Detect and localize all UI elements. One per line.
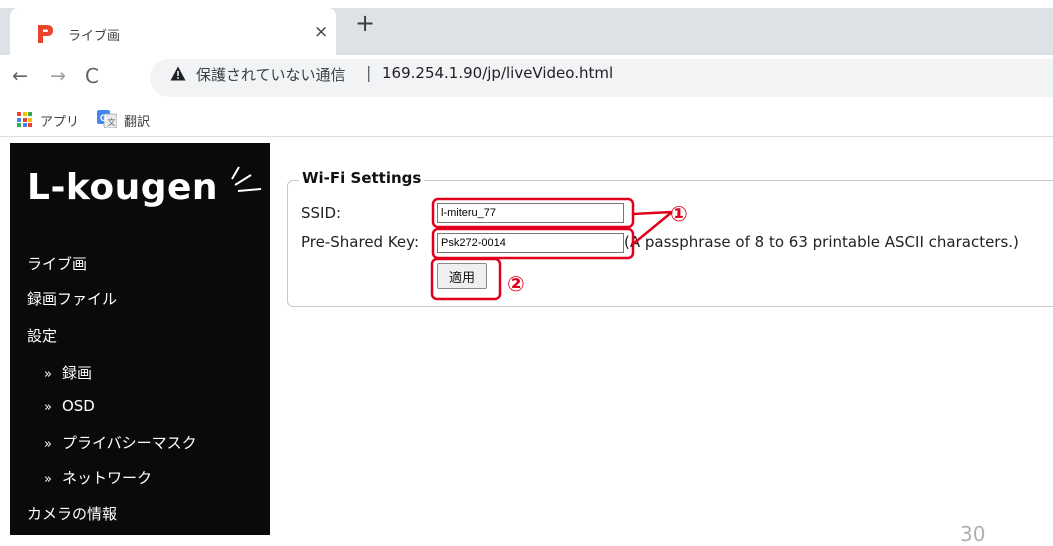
bullet-marker: » [44,437,52,452]
ssid-input[interactable] [437,203,624,223]
url-separator: | [366,63,372,82]
logo-rays-icon [231,166,262,192]
browser-tab-strip: ライブ画 × + [0,0,1053,55]
new-tab-icon[interactable]: + [355,11,375,35]
url-text[interactable]: 169.254.1.90/jp/liveVideo.html [382,64,613,82]
bookmark-translate[interactable]: 翻訳 [124,111,150,130]
sidebar-item-osd[interactable]: » OSD [44,397,95,415]
security-status-label[interactable]: 保護されていない通信 [196,64,346,85]
bullet-marker: » [44,367,52,382]
tab-title: ライブ画 [68,29,121,44]
apps-grid-icon[interactable] [17,112,32,127]
svg-text:G: G [100,113,107,123]
sidebar-item-label: 録画 [61,364,92,382]
back-arrow-icon[interactable]: ← [12,65,28,87]
apply-button[interactable]: 適用 [437,263,487,289]
wifi-settings-legend: Wi-Fi Settings [299,169,425,187]
reload-icon[interactable]: C [85,65,99,87]
sidebar-item-label: ネットワーク [61,469,152,487]
sidebar-item-record[interactable]: » 録画 [44,362,92,383]
brand-logo: L-kougen [27,167,219,208]
sidebar-item-label: プライバシーマスク [61,434,197,452]
bookmarks-bar: アプリ G 文 翻訳 [0,101,1053,137]
sidebar-nav: L-kougen ライブ画 録画ファイル 設定 » 録画 » OSD » プライバシー… [10,143,270,535]
sidebar-item-settings[interactable]: 設定 [27,325,57,346]
page-number: 30 [960,522,986,546]
sidebar-item-recordings[interactable]: 録画ファイル [27,288,117,309]
psk-hint: (A passphrase of 8 to 63 printable ASCII… [624,233,1019,251]
google-translate-icon[interactable]: G 文 [97,110,117,128]
site-favicon-icon [38,25,53,43]
tab-close-icon[interactable]: × [314,22,328,42]
psk-input[interactable] [437,233,624,253]
sidebar-item-network[interactable]: » ネットワーク [44,467,152,488]
sidebar-item-live[interactable]: ライブ画 [27,253,87,274]
bookmark-apps[interactable]: アプリ [40,111,79,130]
bullet-marker: » [44,472,52,487]
sidebar-item-camera-info[interactable]: カメラの情報 [27,503,117,524]
svg-text:文: 文 [108,117,116,127]
ssid-label: SSID: [301,204,342,222]
forward-arrow-icon[interactable]: → [50,65,66,87]
active-tab[interactable]: ライブ画 × [10,8,336,55]
sidebar-item-privacy-mask[interactable]: » プライバシーマスク [44,432,197,453]
psk-label: Pre-Shared Key: [301,233,419,251]
warning-triangle-icon [170,66,186,81]
sidebar-item-label: OSD [61,397,95,415]
bullet-marker: » [44,400,52,415]
